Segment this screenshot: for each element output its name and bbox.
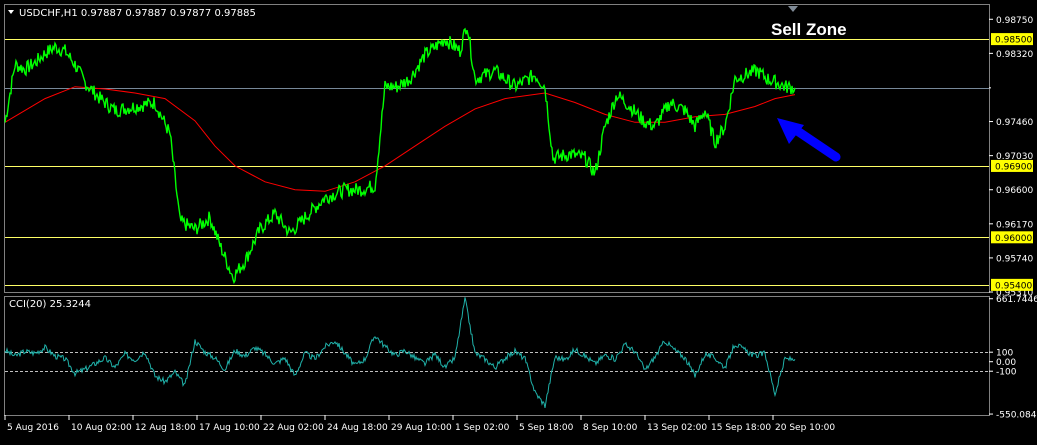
time-tick-label: 5 Sep 18:00 <box>519 423 574 433</box>
level-label: 0.96000 <box>995 234 1032 244</box>
time-tick-label: 12 Aug 18:00 <box>135 423 196 433</box>
current-price-box <box>991 81 1033 94</box>
cci-tick-label: 100 <box>996 349 1013 359</box>
time-tick-label: 5 Aug 2016 <box>7 423 59 433</box>
moving-average-line <box>4 86 796 192</box>
horizontal-levels <box>5 39 989 286</box>
time-tick-label: 15 Sep 18:00 <box>711 423 771 433</box>
time-tick-label: 13 Sep 02:00 <box>647 423 707 433</box>
cci-tick-label: 0.00 <box>996 358 1016 368</box>
triangle-down-icon[interactable] <box>8 10 14 14</box>
price-tick-label: 0.96170 <box>996 220 1033 230</box>
cci-axis: 661.7446 1000.00-100 -550.0849 <box>989 295 1037 421</box>
cci-tick-label: -550.0849 <box>996 411 1037 421</box>
price-pane-frame <box>4 4 990 293</box>
time-tick-label: 17 Aug 10:00 <box>199 423 260 433</box>
price-tick-label: 0.98320 <box>996 50 1033 60</box>
time-tick-label: 10 Aug 02:00 <box>71 423 132 433</box>
cci-title: CCI(20) 25.3244 <box>9 299 91 310</box>
time-tick-label: 1 Sep 02:00 <box>455 423 510 433</box>
time-tick-label: 22 Aug 02:00 <box>263 423 324 433</box>
cci-tick-label: -100 <box>996 368 1017 378</box>
indicator-pane-frame <box>4 296 990 416</box>
price-tick-label: 0.95740 <box>996 254 1033 264</box>
time-tick-label: 8 Sep 10:00 <box>583 423 638 433</box>
time-tick-label: 29 Aug 10:00 <box>391 423 452 433</box>
price-axis: 0.987500.983200.978850.974600.970300.966… <box>989 16 1033 299</box>
cci-indicator-layer <box>4 297 989 408</box>
level-label: 0.95400 <box>995 281 1032 291</box>
time-tick-label: 24 Aug 18:00 <box>327 423 388 433</box>
sell-zone-label: Sell Zone <box>771 20 847 39</box>
chart-shift-marker-icon[interactable] <box>788 6 798 12</box>
level-label: 0.98500 <box>995 36 1032 46</box>
chart-window[interactable]: 0.987500.983200.978850.974600.970300.966… <box>0 0 1037 441</box>
price-tick-label: 0.98750 <box>996 16 1033 26</box>
cci-tick-label: 661.7446 <box>996 295 1037 305</box>
moving-average-layer <box>4 86 796 192</box>
time-tick-label: 20 Sep 10:00 <box>775 423 835 433</box>
price-tick-label: 0.96600 <box>996 186 1033 196</box>
blue-arrow-icon <box>777 118 841 162</box>
level-label: 0.96900 <box>995 162 1032 172</box>
price-tick-label: 0.97460 <box>996 118 1033 128</box>
time-axis: 5 Aug 2016 10 Aug 02:00 12 Aug 18:00 17 Aug… <box>4 415 835 433</box>
symbol-label: USDCHF,H1 0.97887 0.97887 0.97877 0.9788… <box>19 8 256 19</box>
chart-canvas[interactable]: 0.987500.983200.978850.974600.970300.966… <box>0 0 1037 441</box>
